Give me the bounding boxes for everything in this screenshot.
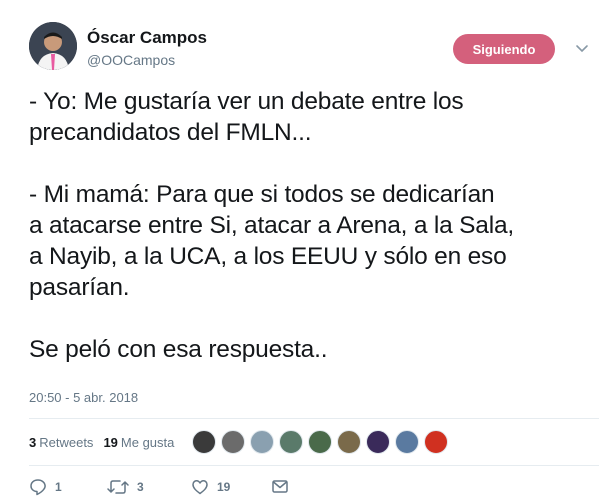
envelope-icon [272,480,288,493]
tweet-line: a Nayib, a la UCA, a los EEUU y sólo en … [29,243,507,270]
heart-icon [192,480,208,495]
liker-avatar[interactable] [366,430,391,454]
author-name[interactable]: Óscar Campos [87,28,207,48]
likes-count: 19 [103,434,118,450]
retweet-count: 3 [137,480,144,494]
tweet-timestamp[interactable]: 20:50 - 5 abr. 2018 [29,390,138,405]
liker-avatar[interactable] [337,430,362,454]
direct-message-button[interactable] [271,479,297,495]
tweet-line: - Mi mamá: Para que si todos se dedicarí… [29,181,495,208]
retweets-count: 3 [29,434,37,450]
author-avatar[interactable] [29,22,77,70]
reply-button[interactable]: 1 [29,478,107,496]
liker-avatar[interactable] [279,430,304,454]
following-button[interactable]: Siguiendo [453,34,555,64]
author-handle[interactable]: @OOCampos [87,52,175,68]
retweet-button[interactable]: 3 [107,478,191,496]
retweets-label: Retweets [39,434,94,450]
divider [29,418,599,419]
tweet-header: Óscar Campos @OOCampos Siguiendo [29,22,599,78]
likes-label: Me gusta [120,434,175,450]
liker-avatar[interactable] [424,430,449,454]
tweet-actions: 1 3 19 [29,476,297,498]
tweet-line: Se peló con esa respuesta.. [29,336,328,363]
liker-avatar[interactable] [221,430,246,454]
tweet-line: a atacarse entre Si, atacar a Arena, a l… [29,212,514,239]
divider [29,465,599,466]
tweet-line: pasarían. [29,274,130,301]
likes-stat[interactable]: 19 Me gusta [103,435,174,450]
liker-avatar[interactable] [192,430,217,454]
tweet-line: precandidatos del FMLN... [29,119,312,146]
liker-avatar[interactable] [308,430,333,454]
tweet-stats: 3 Retweets 19 Me gusta [29,426,453,458]
reply-count: 1 [55,480,62,494]
chevron-down-icon[interactable] [574,40,590,56]
liker-avatar[interactable] [395,430,420,454]
tweet-line: - Yo: Me gustaría ver un debate entre lo… [29,88,464,115]
like-button[interactable]: 19 [191,478,271,496]
liker-avatar[interactable] [250,430,275,454]
tweet-text: - Yo: Me gustaría ver un debate entre lo… [29,86,589,365]
retweet-icon [107,480,129,494]
reply-icon [30,479,46,496]
retweets-stat[interactable]: 3 Retweets [29,435,93,450]
like-count: 19 [217,480,231,494]
liker-avatars [192,430,453,454]
